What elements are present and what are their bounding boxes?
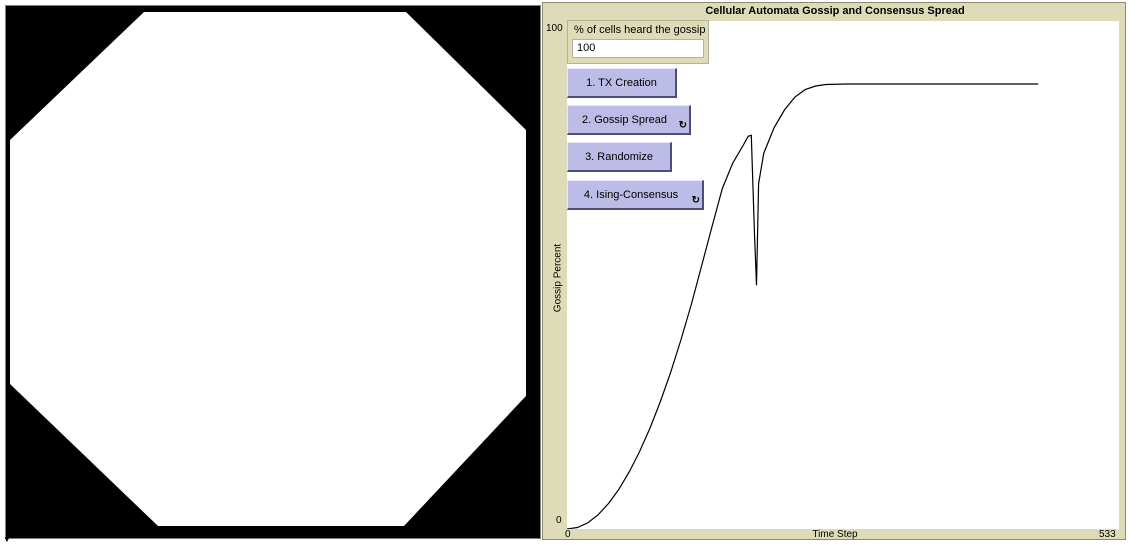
monitor-label: % of cells heard the gossip: [574, 24, 706, 36]
y-axis-max: 100: [546, 23, 563, 34]
randomize-button[interactable]: 3. Randomize: [567, 142, 672, 172]
gossip-spread-label: 2. Gossip Spread: [582, 113, 667, 126]
gossip-monitor: % of cells heard the gossip 100: [567, 20, 709, 64]
x-axis-label: Time Step: [812, 529, 858, 540]
ising-consensus-button[interactable]: 4. Ising-Consensus ↻: [567, 180, 704, 210]
arrows-cycle-icon: ↻: [691, 195, 700, 206]
patch-grid: [10, 12, 526, 526]
gossip-region: [10, 12, 526, 526]
x-axis-min: 0: [565, 529, 571, 540]
tx-creation-button[interactable]: 1. TX Creation: [567, 68, 677, 98]
monitor-value: 100: [572, 39, 704, 58]
plot-title: Cellular Automata Gossip and Consensus S…: [705, 5, 965, 17]
caret-down-icon: ▼: [3, 535, 11, 544]
randomize-label: 3. Randomize: [585, 150, 653, 163]
ising-consensus-label: 4. Ising-Consensus: [583, 188, 679, 201]
y-axis-label: Gossip Percent: [552, 243, 564, 313]
tx-creation-label: 1. TX Creation: [586, 76, 657, 89]
arrows-cycle-icon: ↻: [678, 120, 687, 131]
x-axis-max: 533: [1099, 529, 1116, 540]
gossip-spread-button[interactable]: 2. Gossip Spread ↻: [567, 105, 691, 135]
world-view[interactable]: [5, 5, 541, 539]
y-axis-min: 0: [556, 515, 562, 526]
